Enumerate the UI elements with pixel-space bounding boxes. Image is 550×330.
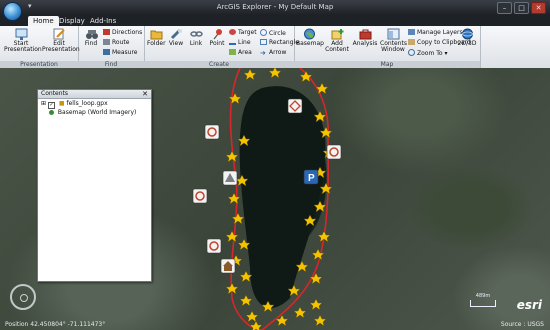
application-menu-button[interactable] (3, 2, 22, 21)
close-icon[interactable]: ✕ (142, 90, 148, 98)
analysis-toolbox-icon (359, 28, 372, 40)
navigation-control[interactable] (10, 284, 36, 310)
tab-add-ins[interactable]: Add-Ins (85, 16, 121, 26)
measure-icon (103, 49, 110, 55)
arrow-icon: ➜ (260, 49, 266, 57)
arrow-button[interactable]: ➜ Arrow (260, 49, 286, 57)
parking-letter: P (308, 173, 315, 184)
analysis-button[interactable]: Analysis (352, 28, 378, 47)
start-presentation-button[interactable]: Start Presentation (4, 28, 42, 53)
waypoint-marker (239, 294, 253, 307)
waypoint-marker (225, 230, 239, 243)
route-icon (103, 39, 110, 45)
layer-item[interactable]: ⊞ ✓ ■ fells_loop.gpx (38, 99, 151, 109)
link-icon (189, 28, 203, 40)
find-button[interactable]: Find (82, 28, 100, 47)
directions-icon (103, 29, 110, 35)
zoom-icon (408, 49, 415, 56)
area-button[interactable]: Area (229, 49, 252, 57)
folder-icon (150, 28, 163, 40)
manage-layers-button[interactable]: Manage Layers (408, 29, 463, 37)
poi-marker (206, 238, 222, 254)
directions-button[interactable]: Directions (103, 29, 142, 37)
binoculars-icon (85, 28, 98, 40)
circle-icon (260, 29, 267, 36)
waypoint-marker (268, 68, 282, 79)
edit-presentation-button[interactable]: Edit Presentation (42, 28, 80, 53)
window-title: ArcGIS Explorer - My Default Map (216, 3, 334, 11)
layer-item[interactable]: Basemap (World Imagery) (38, 108, 151, 117)
map-group: Basemap Add Content Analysis Contents Wi… (294, 26, 481, 68)
waypoint-marker (309, 272, 323, 285)
maximize-button[interactable]: □ (514, 2, 529, 14)
2d-3d-toggle-button[interactable]: 2D/3D (456, 28, 478, 47)
esri-logo: esri (516, 298, 542, 312)
waypoint-marker (227, 192, 241, 205)
title-bar: ▾ ArcGIS Explorer - My Default Map – □ ✕ (0, 0, 550, 21)
view-button[interactable]: View (167, 28, 185, 47)
basemap-globe-icon (49, 110, 54, 115)
find-group: Find Directions Route Measure Find (78, 26, 145, 68)
contents-panel-header: Contents ✕ (38, 90, 151, 99)
ribbon: Start Presentation Edit Presentation Pre… (0, 26, 550, 69)
2d-3d-icon (461, 28, 474, 40)
clipboard-icon (408, 39, 415, 45)
expand-icon[interactable]: ⊞ (41, 100, 46, 107)
presentation-group-label: Presentation (0, 61, 78, 68)
edit-presentation-icon (53, 28, 66, 40)
target-icon (229, 29, 236, 35)
data-source: Source : USGS (500, 321, 544, 328)
basemap-button[interactable]: Basemap (296, 28, 324, 47)
link-button[interactable]: Link (187, 28, 205, 47)
waypoint-marker (319, 182, 333, 195)
poi-marker (326, 144, 342, 160)
folder-button[interactable]: Folder (147, 28, 166, 47)
map-group-label: Map (294, 61, 480, 68)
zoom-to-button[interactable]: Zoom To ▾ (408, 49, 447, 57)
status-bar: Position 42.450804° -71.111473° Source :… (0, 319, 550, 330)
minimize-button[interactable]: – (497, 2, 512, 14)
position-readout: Position 42.450804° -71.111473° (5, 321, 106, 328)
contents-panel[interactable]: Contents ✕ ⊞ ✓ ■ fells_loop.gpx Basemap … (37, 89, 152, 282)
add-content-button[interactable]: Add Content (324, 28, 350, 53)
ribbon-tabs: Home Display Add-Ins (0, 15, 550, 26)
scale-bar: 489m (470, 293, 496, 307)
area-icon (229, 49, 236, 55)
waypoint-marker (293, 306, 307, 319)
create-group-label: Create (144, 61, 294, 68)
layers-icon (408, 29, 415, 35)
poi-marker (192, 188, 208, 204)
rectangle-icon (260, 39, 267, 45)
route-button[interactable]: Route (103, 39, 129, 47)
waypoint-marker (243, 68, 257, 81)
add-content-icon (331, 28, 344, 40)
globe-icon (303, 28, 316, 40)
poi-marker (204, 124, 220, 140)
waypoint-marker (309, 298, 323, 311)
presentation-group: Start Presentation Edit Presentation Pre… (0, 26, 80, 68)
close-button[interactable]: ✕ (531, 2, 546, 14)
contents-window-button[interactable]: Contents Window (380, 28, 407, 53)
line-button[interactable]: Line (229, 39, 251, 47)
waypoint-marker (315, 82, 329, 95)
waypoint-marker (299, 70, 313, 83)
presentation-icon (15, 28, 28, 40)
point-button[interactable]: Point (208, 28, 226, 47)
waypoint-marker (231, 212, 245, 225)
gpx-file-icon: ■ (58, 100, 65, 107)
line-icon (229, 40, 236, 45)
contents-window-icon (387, 28, 400, 40)
view-icon (170, 28, 183, 40)
measure-button[interactable]: Measure (103, 49, 138, 57)
find-group-label: Find (78, 61, 144, 68)
waypoint-marker (225, 150, 239, 163)
pushpin-icon (211, 28, 224, 40)
target-button[interactable]: Target (229, 29, 257, 37)
circle-button[interactable]: Circle (260, 29, 286, 37)
create-group: Folder View Link Point Target Line Area … (144, 26, 299, 68)
